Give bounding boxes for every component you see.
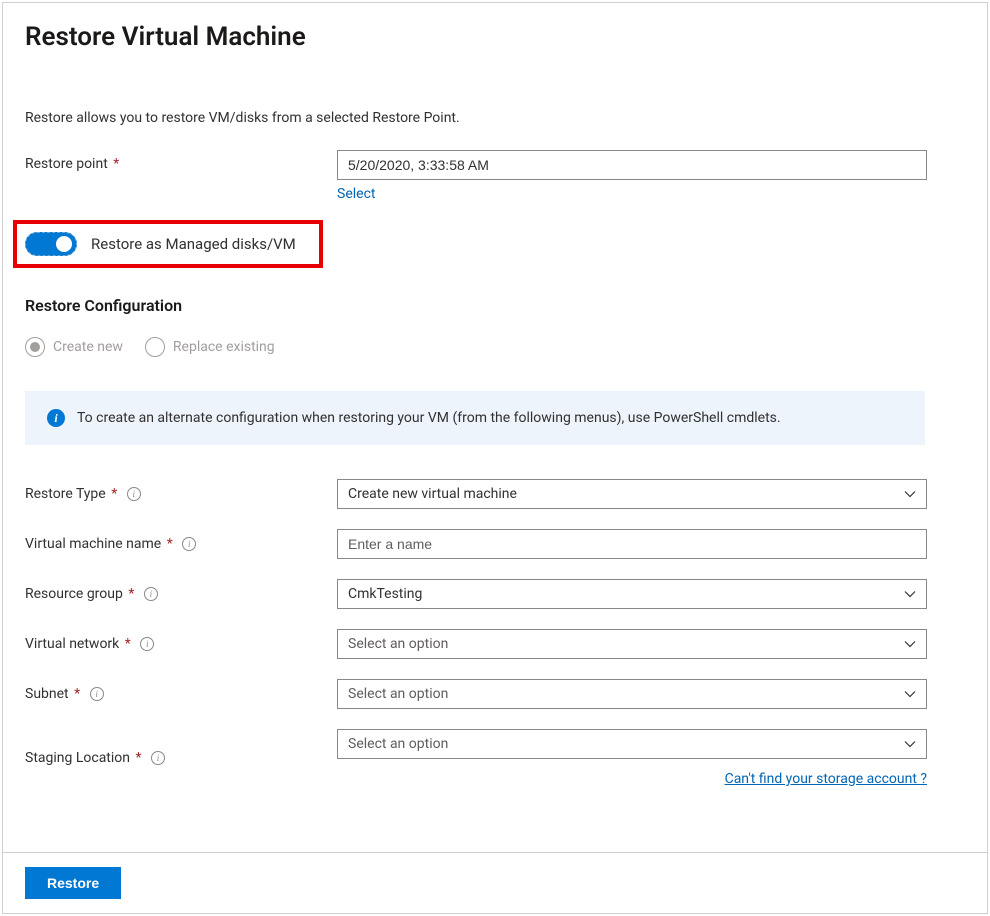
chevron-down-icon	[904, 488, 916, 500]
info-banner: i To create an alternate configuration w…	[25, 391, 925, 445]
select-restore-point-link[interactable]: Select	[337, 186, 375, 202]
restore-button[interactable]: Restore	[25, 867, 121, 899]
restore-config-radiogroup: Create new Replace existing	[25, 337, 965, 357]
restore-config-heading: Restore Configuration	[25, 296, 965, 315]
radio-icon	[25, 337, 45, 357]
resource-group-row: Resource group * i CmkTesting	[25, 579, 965, 609]
staging-location-label: Staging Location * i	[25, 750, 337, 766]
panel-footer: Restore	[3, 852, 987, 913]
info-tooltip-icon[interactable]: i	[151, 751, 165, 765]
managed-disks-toggle-highlight: Restore as Managed disks/VM	[13, 220, 323, 268]
info-tooltip-icon[interactable]: i	[127, 487, 141, 501]
vm-name-input[interactable]	[337, 529, 927, 559]
radio-create-new-label: Create new	[53, 339, 123, 355]
info-tooltip-icon[interactable]: i	[140, 637, 154, 651]
chevron-down-icon	[904, 588, 916, 600]
restore-point-input[interactable]	[337, 150, 927, 180]
info-tooltip-icon[interactable]: i	[90, 687, 104, 701]
staging-location-row: Staging Location * i Select an option Ca…	[25, 729, 965, 787]
required-asterisk: *	[110, 156, 120, 172]
resource-group-select[interactable]: CmkTesting	[337, 579, 927, 609]
page-description: Restore allows you to restore VM/disks f…	[25, 110, 965, 126]
chevron-down-icon	[904, 638, 916, 650]
subnet-select[interactable]: Select an option	[337, 679, 927, 709]
restore-vm-panel: Restore Virtual Machine Restore allows y…	[2, 2, 988, 914]
info-icon: i	[47, 409, 65, 427]
chevron-down-icon	[904, 738, 916, 750]
resource-group-label: Resource group * i	[25, 586, 337, 602]
radio-create-new[interactable]: Create new	[25, 337, 123, 357]
page-title: Restore Virtual Machine	[25, 22, 965, 52]
subnet-row: Subnet * i Select an option	[25, 679, 965, 709]
find-storage-account-link[interactable]: Can't find your storage account ?	[725, 771, 927, 787]
toggle-thumb	[56, 236, 72, 252]
radio-replace-existing[interactable]: Replace existing	[145, 337, 275, 357]
managed-disks-toggle-label: Restore as Managed disks/VM	[91, 235, 296, 253]
staging-location-select[interactable]: Select an option	[337, 729, 927, 759]
virtual-network-label: Virtual network * i	[25, 636, 337, 652]
vm-name-label: Virtual machine name * i	[25, 536, 337, 552]
info-banner-text: To create an alternate configuration whe…	[77, 410, 781, 426]
restore-type-label: Restore Type * i	[25, 486, 337, 502]
vm-name-row: Virtual machine name * i	[25, 529, 965, 559]
restore-point-label: Restore point *	[25, 150, 337, 172]
radio-replace-existing-label: Replace existing	[173, 339, 275, 355]
restore-point-row: Restore point * Select	[25, 150, 965, 202]
restore-type-row: Restore Type * i Create new virtual mach…	[25, 479, 965, 509]
virtual-network-row: Virtual network * i Select an option	[25, 629, 965, 659]
managed-disks-toggle[interactable]	[25, 232, 77, 256]
info-tooltip-icon[interactable]: i	[144, 587, 158, 601]
radio-icon	[145, 337, 165, 357]
subnet-label: Subnet * i	[25, 686, 337, 702]
restore-type-select[interactable]: Create new virtual machine	[337, 479, 927, 509]
virtual-network-select[interactable]: Select an option	[337, 629, 927, 659]
chevron-down-icon	[904, 688, 916, 700]
info-tooltip-icon[interactable]: i	[182, 537, 196, 551]
